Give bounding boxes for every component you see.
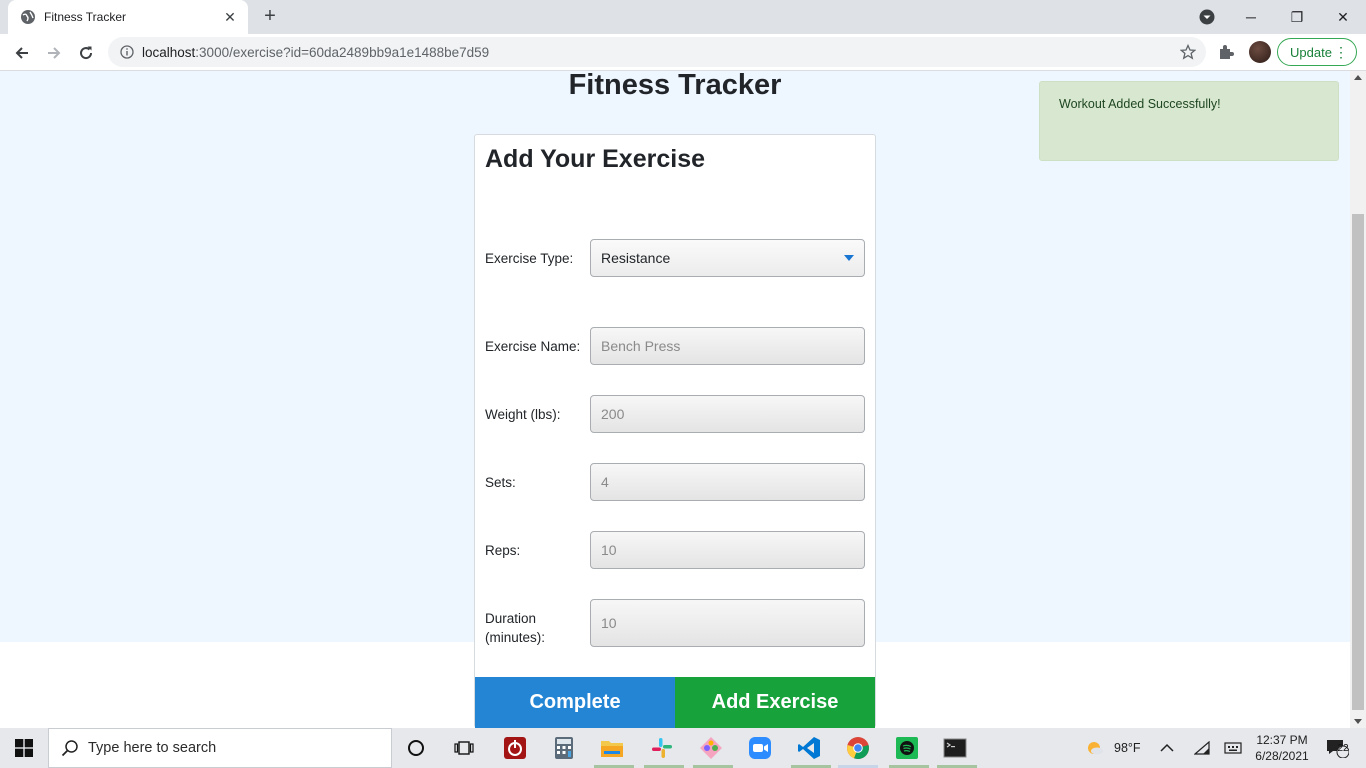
forward-arrow-icon xyxy=(48,47,61,59)
sets-placeholder: 4 xyxy=(601,474,609,490)
zoom-icon[interactable] xyxy=(746,734,774,762)
windows-taskbar: Type here to search 98°F 12:37 PM 6/28/2… xyxy=(0,728,1366,768)
reps-label: Reps: xyxy=(485,543,521,558)
browser-toolbar: localhost:3000/exercise?id=60da2489bb9a1… xyxy=(0,34,1366,71)
scroll-up-arrow-icon[interactable] xyxy=(1354,75,1362,80)
spotify-icon[interactable] xyxy=(893,734,921,762)
slack-icon[interactable] xyxy=(648,734,676,762)
globe-icon xyxy=(21,10,35,24)
weight-input[interactable]: 200 xyxy=(590,395,865,433)
close-window-button[interactable]: ✕ xyxy=(1320,0,1366,34)
taskbar-search[interactable]: Type here to search xyxy=(48,728,392,768)
vscode-icon[interactable] xyxy=(795,734,823,762)
file-explorer-icon[interactable] xyxy=(598,734,626,762)
reload-button[interactable] xyxy=(74,41,98,65)
weight-label: Weight (lbs): xyxy=(485,407,561,422)
keyboard-icon xyxy=(1224,742,1242,754)
clock-date: 6/28/2021 xyxy=(1255,749,1309,763)
minimize-button[interactable]: ─ xyxy=(1228,0,1274,34)
temperature: 98°F xyxy=(1114,741,1141,755)
site-info-icon[interactable] xyxy=(120,45,134,59)
duration-label-line1: Duration xyxy=(485,611,537,626)
notification-center-button[interactable]: 22 xyxy=(1325,738,1350,759)
calculator-icon[interactable] xyxy=(550,734,578,762)
sets-input[interactable]: 4 xyxy=(590,463,865,501)
browser-tab[interactable]: Fitness Tracker ✕ xyxy=(8,0,248,34)
exercise-name-label: Exercise Name: xyxy=(485,339,581,354)
notification-count: 22 xyxy=(1337,743,1349,754)
update-button[interactable]: Update ⋮ xyxy=(1277,38,1357,66)
duration-placeholder: 10 xyxy=(601,615,617,631)
duration-input[interactable]: 10 xyxy=(590,599,865,647)
restore-button[interactable]: ❐ xyxy=(1274,0,1320,34)
success-toast: Workout Added Successfully! xyxy=(1039,81,1339,161)
url-path: :3000/exercise?id=60da2489bb9a1e1488be7d… xyxy=(195,44,490,60)
exercise-name-input[interactable]: Bench Press xyxy=(590,327,865,365)
form-heading: Add Your Exercise xyxy=(485,145,705,173)
url-text: localhost:3000/exercise?id=60da2489bb9a1… xyxy=(142,45,489,60)
clock-time: 12:37 PM xyxy=(1256,733,1308,747)
start-button[interactable] xyxy=(0,728,48,768)
bookmark-star-icon[interactable] xyxy=(1180,44,1196,60)
scrollbar-thumb[interactable] xyxy=(1352,214,1364,710)
extensions-puzzle-icon[interactable] xyxy=(1217,43,1235,61)
profile-avatar[interactable] xyxy=(1249,41,1271,63)
search-icon xyxy=(61,740,78,757)
exercise-type-value: Resistance xyxy=(601,250,671,266)
exercise-name-placeholder: Bench Press xyxy=(601,338,681,354)
new-tab-button[interactable]: + xyxy=(258,5,282,29)
duration-label-line2: (minutes): xyxy=(485,630,546,645)
page-scrollbar[interactable] xyxy=(1350,71,1366,728)
wifi-icon xyxy=(1194,741,1210,755)
menu-kebab-icon[interactable]: ⋮ xyxy=(1334,43,1348,61)
chrome-icon[interactable] xyxy=(844,734,872,762)
chevron-down-icon xyxy=(844,255,854,261)
reps-placeholder: 10 xyxy=(601,542,617,558)
keyboard-button[interactable] xyxy=(1224,728,1242,768)
reload-icon xyxy=(80,46,93,60)
complete-button[interactable]: Complete xyxy=(475,677,675,728)
system-clock[interactable]: 12:37 PM 6/28/2021 xyxy=(1252,732,1312,764)
scroll-down-arrow-icon[interactable] xyxy=(1354,719,1362,724)
browser-tab-strip: Fitness Tracker ✕ + ─ ❐ ✕ xyxy=(0,0,1366,34)
power-app-icon[interactable] xyxy=(501,734,529,762)
terminal-icon[interactable] xyxy=(941,734,969,762)
cortana-icon[interactable] xyxy=(402,734,430,762)
search-placeholder: Type here to search xyxy=(88,740,217,756)
exercise-form-card: Add Your Exercise Exercise Type: Resista… xyxy=(474,134,876,728)
address-bar[interactable]: localhost:3000/exercise?id=60da2489bb9a1… xyxy=(108,37,1206,67)
show-hidden-icons-button[interactable] xyxy=(1160,728,1174,768)
weather-sun-icon xyxy=(1088,742,1103,755)
reps-input[interactable]: 10 xyxy=(590,531,865,569)
page-viewport: Fitness Tracker Workout Added Successful… xyxy=(0,71,1350,728)
forward-button[interactable] xyxy=(42,41,66,65)
back-arrow-icon xyxy=(15,47,28,59)
exercise-type-label: Exercise Type: xyxy=(485,251,574,266)
weather-widget[interactable]: 98°F xyxy=(1085,728,1141,768)
duration-label: Duration (minutes): xyxy=(485,609,545,647)
tab-title: Fitness Tracker xyxy=(44,10,127,24)
task-view-icon[interactable] xyxy=(450,734,478,762)
windows-logo-icon xyxy=(15,739,33,757)
network-button[interactable] xyxy=(1194,728,1210,768)
add-exercise-button[interactable]: Add Exercise xyxy=(675,677,875,728)
close-tab-icon[interactable]: ✕ xyxy=(222,9,238,26)
sets-label: Sets: xyxy=(485,475,516,490)
app-icon[interactable] xyxy=(697,734,725,762)
update-label: Update xyxy=(1290,44,1332,60)
back-button[interactable] xyxy=(10,41,34,65)
weight-placeholder: 200 xyxy=(601,406,625,422)
form-actions: Complete Add Exercise xyxy=(475,677,875,728)
url-host: localhost xyxy=(142,44,196,60)
tab-search-icon[interactable] xyxy=(1198,8,1216,26)
chevron-up-icon xyxy=(1160,743,1174,752)
exercise-type-select[interactable]: Resistance xyxy=(590,239,865,277)
